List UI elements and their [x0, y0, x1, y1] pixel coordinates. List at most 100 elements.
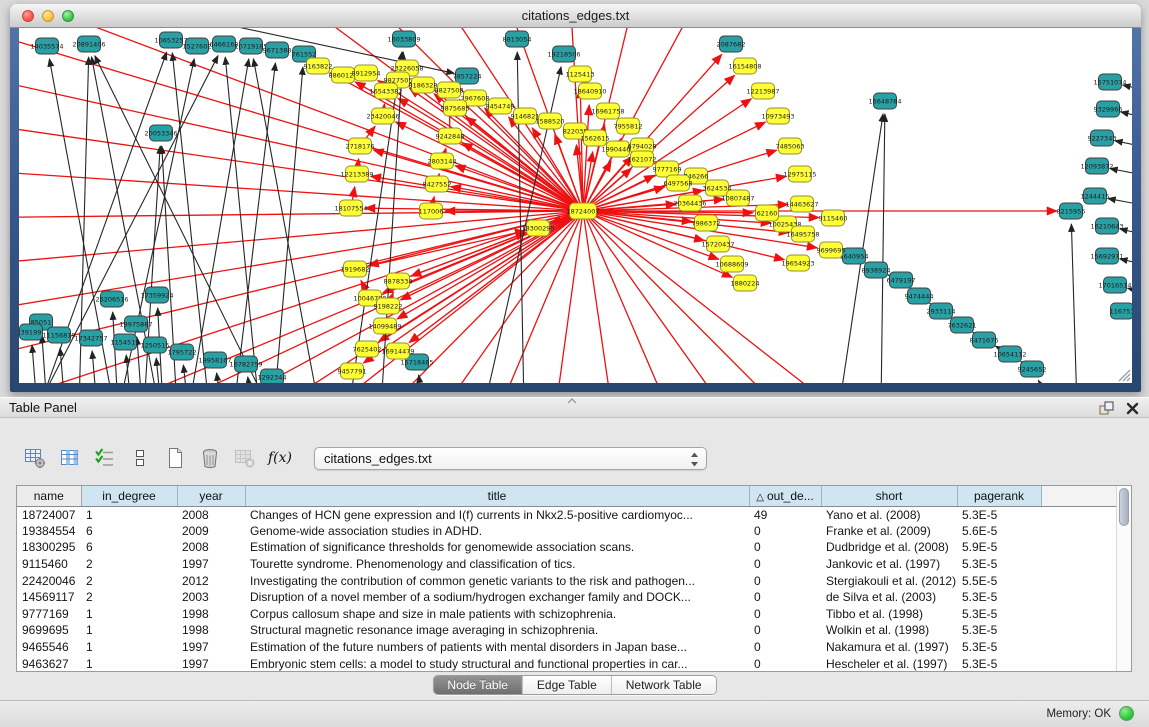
cell-name[interactable]: 9463627: [17, 655, 81, 672]
table-options-button[interactable]: [20, 444, 50, 472]
cell-in_degree[interactable]: 6: [81, 539, 177, 556]
graph-edge-black[interactable]: [32, 345, 37, 383]
graph-edge-black[interactable]: [92, 351, 97, 383]
tab-edge-table[interactable]: Edge Table: [523, 676, 612, 694]
table-row[interactable]: 946362711997Embryonic stem cells: a mode…: [17, 655, 1116, 672]
cell-year[interactable]: 2008: [177, 506, 245, 523]
cell-title[interactable]: Corpus callosum shape and size in male p…: [245, 606, 749, 623]
column-header-name[interactable]: name: [17, 486, 81, 506]
cell-out_degree[interactable]: 0: [749, 606, 821, 623]
graph-edge-black[interactable]: [881, 114, 885, 383]
cell-title[interactable]: Genome-wide association studies in ADHD.: [245, 523, 749, 540]
cell-title[interactable]: Tourette syndrome. Phenomenology and cla…: [245, 556, 749, 573]
cell-out_degree[interactable]: 0: [749, 639, 821, 656]
function-builder-button[interactable]: f(x): [265, 444, 295, 472]
cell-in_degree[interactable]: 1: [81, 639, 177, 656]
close-panel-icon[interactable]: [1126, 402, 1139, 415]
cell-name[interactable]: 9465546: [17, 639, 81, 656]
window-resize-grip[interactable]: [1115, 366, 1131, 382]
graph-edge-black[interactable]: [60, 348, 65, 383]
cell-name[interactable]: 18724007: [17, 506, 81, 523]
graph-edge-black[interactable]: [126, 355, 131, 383]
cell-out_degree[interactable]: 0: [749, 622, 821, 639]
graph-edge-red[interactable]: [583, 211, 689, 383]
cell-pagerank[interactable]: 5.3E-5: [957, 639, 1041, 656]
cell-title[interactable]: Embryonic stem cells: a model to study s…: [245, 655, 749, 672]
select-rows-button[interactable]: [90, 444, 120, 472]
cell-name[interactable]: 9699695: [17, 622, 81, 639]
cell-out_degree[interactable]: 0: [749, 589, 821, 606]
column-header-short[interactable]: short: [821, 486, 957, 506]
graph-edge-red[interactable]: [397, 211, 583, 319]
cell-in_degree[interactable]: 2: [81, 572, 177, 589]
graph-edge-red[interactable]: [409, 211, 583, 343]
graph-edge-black[interactable]: [1121, 112, 1132, 123]
cell-year[interactable]: 2003: [177, 589, 245, 606]
cell-name[interactable]: 22420046: [17, 572, 81, 589]
graph-edge-black[interactable]: [1115, 141, 1132, 152]
cell-short[interactable]: Wolkin et al. (1998): [821, 622, 957, 639]
cell-out_degree[interactable]: 0: [749, 655, 821, 672]
delete-rows-button[interactable]: [195, 444, 225, 472]
tab-network-table[interactable]: Network Table: [612, 676, 716, 694]
graph-edge-red[interactable]: [583, 211, 899, 383]
cell-out_degree[interactable]: 0: [749, 523, 821, 540]
table-row[interactable]: 977716911998Corpus callosum shape and si…: [17, 606, 1116, 623]
cell-year[interactable]: 1997: [177, 556, 245, 573]
cell-name[interactable]: 19384554: [17, 523, 81, 540]
delete-table-button[interactable]: [230, 444, 260, 472]
close-window-icon[interactable]: [22, 10, 34, 22]
cell-pagerank[interactable]: 5.3E-5: [957, 606, 1041, 623]
cell-pagerank[interactable]: 5.3E-5: [957, 589, 1041, 606]
cell-name[interactable]: 18300295: [17, 539, 81, 556]
table-scrollbar[interactable]: [1116, 486, 1131, 671]
cell-short[interactable]: Nakamura et al. (1997): [821, 639, 957, 656]
cell-short[interactable]: Hescheler et al. (1997): [821, 655, 957, 672]
cell-short[interactable]: de Silva et al. (2003): [821, 589, 957, 606]
show-columns-button[interactable]: [55, 444, 85, 472]
cell-pagerank[interactable]: 5.6E-5: [957, 523, 1041, 540]
cell-in_degree[interactable]: 2: [81, 589, 177, 606]
table-selector-dropdown[interactable]: citations_edges.txt: [314, 447, 707, 470]
cell-year[interactable]: 1997: [177, 639, 245, 656]
cell-pagerank[interactable]: 5.9E-5: [957, 539, 1041, 556]
cell-short[interactable]: Jankovic et al. (1997): [821, 556, 957, 573]
panel-resize-handle[interactable]: [566, 398, 578, 404]
graph-edge-black[interactable]: [1120, 229, 1132, 240]
table-row[interactable]: 1872400712008Changes of HCN gene express…: [17, 506, 1116, 523]
graph-edge-black[interactable]: [1038, 380, 1054, 383]
row-height-button[interactable]: [125, 444, 155, 472]
cell-short[interactable]: Stergiakouli et al. (2012): [821, 572, 957, 589]
cell-year[interactable]: 2009: [177, 523, 245, 540]
cell-pagerank[interactable]: 5.3E-5: [957, 622, 1041, 639]
cell-out_degree[interactable]: 0: [749, 572, 821, 589]
graph-edge-black[interactable]: [1071, 224, 1077, 383]
tab-node-table[interactable]: Node Table: [433, 676, 523, 694]
table-scrollbar-thumb[interactable]: [1119, 488, 1129, 526]
graph-edge-black[interactable]: [183, 365, 188, 383]
cell-short[interactable]: Dudbridge et al. (2008): [821, 539, 957, 556]
graph-edge-black[interactable]: [1108, 198, 1132, 210]
column-header-pagerank[interactable]: pagerank: [957, 486, 1041, 506]
graph-edge-black[interactable]: [189, 59, 249, 383]
table-row[interactable]: 946554611997Estimation of the future num…: [17, 639, 1116, 656]
cell-year[interactable]: 2012: [177, 572, 245, 589]
cell-title[interactable]: Investigating the contribution of common…: [245, 572, 749, 589]
table-row[interactable]: 2242004622012Investigating the contribut…: [17, 572, 1116, 589]
cell-short[interactable]: Franke et al. (2009): [821, 523, 957, 540]
table-row[interactable]: 1456911722003Disruption of a novel membe…: [17, 589, 1116, 606]
cell-short[interactable]: Yano et al. (2008): [821, 506, 957, 523]
table-row[interactable]: 1830029562008Estimation of significance …: [17, 539, 1116, 556]
column-header-title[interactable]: title: [245, 486, 749, 506]
column-header-year[interactable]: year: [177, 486, 245, 506]
cell-year[interactable]: 1998: [177, 622, 245, 639]
create-table-button[interactable]: [160, 444, 190, 472]
network-canvas[interactable]: 1403557420891406106532571527602646616010…: [19, 28, 1132, 383]
graph-edge-black[interactable]: [1120, 259, 1132, 270]
zoom-window-icon[interactable]: [62, 10, 74, 22]
cell-pagerank[interactable]: 5.3E-5: [957, 655, 1041, 672]
cell-name[interactable]: 9777169: [17, 606, 81, 623]
cell-pagerank[interactable]: 5.3E-5: [957, 556, 1041, 573]
cell-year[interactable]: 1998: [177, 606, 245, 623]
column-header-out_degree[interactable]: △out_de...: [749, 486, 821, 506]
